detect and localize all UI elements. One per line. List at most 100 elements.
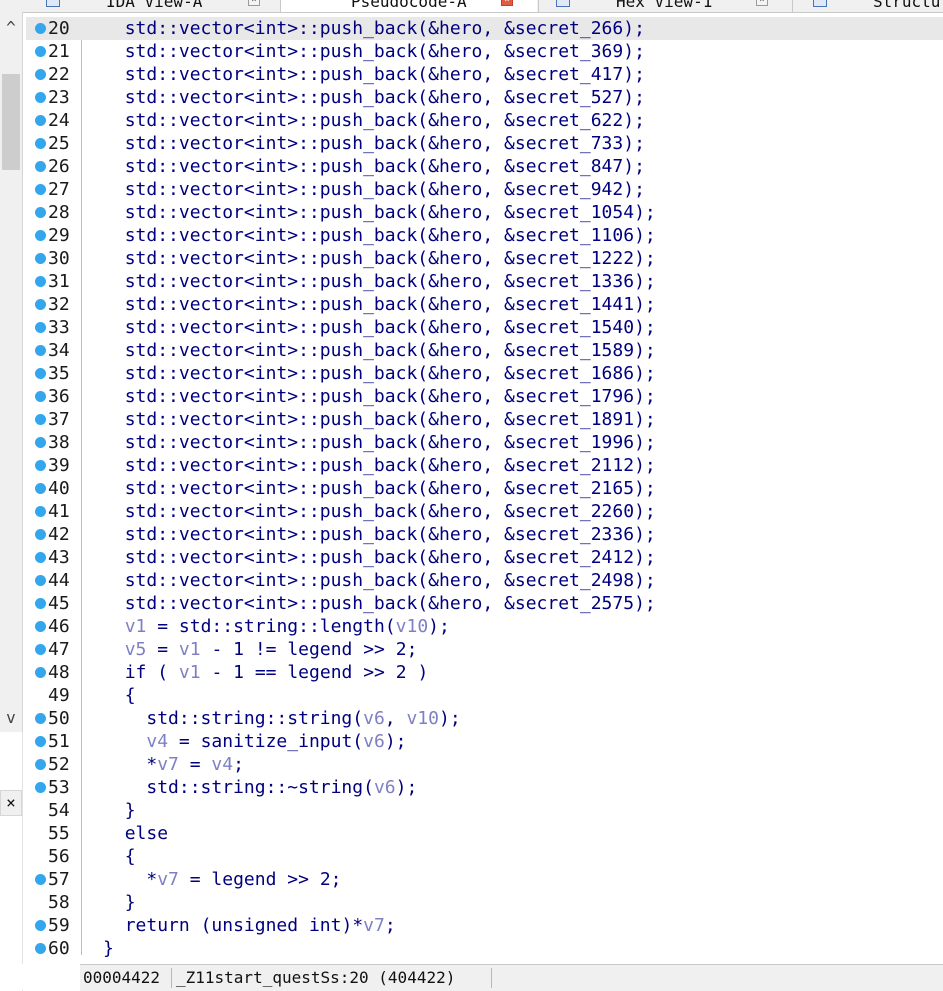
breakpoint-dot-icon[interactable]: [35, 529, 46, 540]
breakpoint-dot-icon[interactable]: [35, 184, 46, 195]
breakpoint-dot-icon[interactable]: [35, 138, 46, 149]
pseudocode-view[interactable]: 20 std::vector<int>::push_back(&hero, &s…: [26, 17, 943, 963]
code-line[interactable]: 38 std::vector<int>::push_back(&hero, &s…: [26, 431, 943, 454]
line-number: 50: [48, 708, 70, 729]
vertical-scrollbar[interactable]: ^ v: [0, 12, 23, 732]
code-line[interactable]: 58 }: [26, 891, 943, 914]
breakpoint-dot-icon[interactable]: [35, 368, 46, 379]
breakpoint-dot-icon[interactable]: [35, 253, 46, 264]
close-icon[interactable]: ×: [756, 0, 768, 6]
code-line[interactable]: 56 {: [26, 845, 943, 868]
code-line[interactable]: 28 std::vector<int>::push_back(&hero, &s…: [26, 201, 943, 224]
breakpoint-dot-icon[interactable]: [35, 920, 46, 931]
code-line[interactable]: 22 std::vector<int>::push_back(&hero, &s…: [26, 63, 943, 86]
code-line[interactable]: 57 *v7 = legend >> 2;: [26, 868, 943, 891]
breakpoint-dot-icon[interactable]: [35, 276, 46, 287]
code-line[interactable]: 43 std::vector<int>::push_back(&hero, &s…: [26, 546, 943, 569]
code-text: std::vector<int>::push_back(&hero, &secr…: [124, 64, 645, 85]
code-line[interactable]: 33 std::vector<int>::push_back(&hero, &s…: [26, 316, 943, 339]
code-line[interactable]: 40 std::vector<int>::push_back(&hero, &s…: [26, 477, 943, 500]
breakpoint-dot-icon[interactable]: [35, 92, 46, 103]
breakpoint-dot-icon[interactable]: [35, 322, 46, 333]
breakpoint-dot-icon[interactable]: [35, 483, 46, 494]
breakpoint-dot-icon[interactable]: [35, 299, 46, 310]
breakpoint-dot-icon[interactable]: [35, 230, 46, 241]
close-panel-button[interactable]: ×: [0, 790, 22, 816]
code-line[interactable]: 37 std::vector<int>::push_back(&hero, &s…: [26, 408, 943, 431]
breakpoint-dot-icon[interactable]: [35, 46, 46, 57]
code-text: std::string::string(v6, v10);: [146, 708, 461, 729]
breakpoint-dot-icon[interactable]: [35, 69, 46, 80]
code-line[interactable]: 30 std::vector<int>::push_back(&hero, &s…: [26, 247, 943, 270]
breakpoint-dot-icon[interactable]: [35, 782, 46, 793]
code-line[interactable]: 21 std::vector<int>::push_back(&hero, &s…: [26, 40, 943, 63]
code-line[interactable]: 42 std::vector<int>::push_back(&hero, &s…: [26, 523, 943, 546]
breakpoint-dot-icon[interactable]: [35, 552, 46, 563]
tab-label: Hex View-1: [616, 0, 713, 11]
breakpoint-dot-icon[interactable]: [35, 736, 46, 747]
line-number: 20: [48, 18, 70, 39]
breakpoint-dot-icon[interactable]: [35, 759, 46, 770]
code-line[interactable]: 51 v4 = sanitize_input(v6);: [26, 730, 943, 753]
breakpoint-dot-icon[interactable]: [35, 621, 46, 632]
code-text: }: [124, 800, 136, 821]
code-line[interactable]: 20 std::vector<int>::push_back(&hero, &s…: [26, 17, 943, 40]
code-line[interactable]: 32 std::vector<int>::push_back(&hero, &s…: [26, 293, 943, 316]
line-number: 44: [48, 570, 70, 591]
code-line[interactable]: 34 std::vector<int>::push_back(&hero, &s…: [26, 339, 943, 362]
tab-pseudocode[interactable]: Pseudocode-A ×: [281, 0, 537, 12]
code-line[interactable]: 48 if ( v1 - 1 == legend >> 2 ): [26, 661, 943, 684]
breakpoint-dot-icon[interactable]: [35, 460, 46, 471]
code-line[interactable]: 39 std::vector<int>::push_back(&hero, &s…: [26, 454, 943, 477]
breakpoint-dot-icon[interactable]: [35, 437, 46, 448]
code-line[interactable]: 44 std::vector<int>::push_back(&hero, &s…: [26, 569, 943, 592]
scroll-thumb[interactable]: [2, 74, 20, 170]
scroll-up-icon[interactable]: ^: [0, 18, 22, 38]
line-number: 32: [48, 294, 70, 315]
tab-hex-view[interactable]: Hex View-1 ×: [548, 0, 778, 12]
breakpoint-dot-icon[interactable]: [35, 207, 46, 218]
code-line[interactable]: 45 std::vector<int>::push_back(&hero, &s…: [26, 592, 943, 615]
tab-structures[interactable]: Structur: [805, 0, 943, 12]
close-icon[interactable]: ×: [501, 0, 513, 6]
code-line[interactable]: 31 std::vector<int>::push_back(&hero, &s…: [26, 270, 943, 293]
breakpoint-dot-icon[interactable]: [35, 391, 46, 402]
breakpoint-dot-icon[interactable]: [35, 874, 46, 885]
code-line[interactable]: 27 std::vector<int>::push_back(&hero, &s…: [26, 178, 943, 201]
breakpoint-dot-icon[interactable]: [35, 161, 46, 172]
code-line[interactable]: 36 std::vector<int>::push_back(&hero, &s…: [26, 385, 943, 408]
breakpoint-dot-icon[interactable]: [35, 506, 46, 517]
code-line[interactable]: 46 v1 = std::string::length(v10);: [26, 615, 943, 638]
code-line[interactable]: 54 }: [26, 799, 943, 822]
code-line[interactable]: 25 std::vector<int>::push_back(&hero, &s…: [26, 132, 943, 155]
breakpoint-dot-icon[interactable]: [35, 943, 46, 954]
breakpoint-dot-icon[interactable]: [35, 575, 46, 586]
breakpoint-dot-icon[interactable]: [35, 598, 46, 609]
code-text: std::vector<int>::push_back(&hero, &secr…: [124, 547, 656, 568]
tab-ida-view[interactable]: IDA View-A ×: [38, 0, 268, 12]
breakpoint-dot-icon[interactable]: [35, 644, 46, 655]
breakpoint-dot-icon[interactable]: [35, 115, 46, 126]
code-line[interactable]: 60}: [26, 937, 943, 960]
breakpoint-dot-icon[interactable]: [35, 345, 46, 356]
code-line[interactable]: 29 std::vector<int>::push_back(&hero, &s…: [26, 224, 943, 247]
code-line[interactable]: 52 *v7 = v4;: [26, 753, 943, 776]
code-line[interactable]: 59 return (unsigned int)*v7;: [26, 914, 943, 937]
code-line[interactable]: 24 std::vector<int>::push_back(&hero, &s…: [26, 109, 943, 132]
line-number: 49: [48, 685, 70, 706]
code-line[interactable]: 26 std::vector<int>::push_back(&hero, &s…: [26, 155, 943, 178]
code-line[interactable]: 35 std::vector<int>::push_back(&hero, &s…: [26, 362, 943, 385]
code-line[interactable]: 49 {: [26, 684, 943, 707]
code-line[interactable]: 41 std::vector<int>::push_back(&hero, &s…: [26, 500, 943, 523]
breakpoint-dot-icon[interactable]: [35, 713, 46, 724]
code-line[interactable]: 47 v5 = v1 - 1 != legend >> 2;: [26, 638, 943, 661]
code-line[interactable]: 53 std::string::~string(v6);: [26, 776, 943, 799]
code-line[interactable]: 55 else: [26, 822, 943, 845]
scroll-down-icon[interactable]: v: [0, 708, 22, 728]
breakpoint-dot-icon[interactable]: [35, 667, 46, 678]
code-line[interactable]: 23 std::vector<int>::push_back(&hero, &s…: [26, 86, 943, 109]
close-icon[interactable]: ×: [248, 0, 260, 6]
code-line[interactable]: 50 std::string::string(v6, v10);: [26, 707, 943, 730]
breakpoint-dot-icon[interactable]: [35, 414, 46, 425]
breakpoint-dot-icon[interactable]: [35, 23, 46, 34]
